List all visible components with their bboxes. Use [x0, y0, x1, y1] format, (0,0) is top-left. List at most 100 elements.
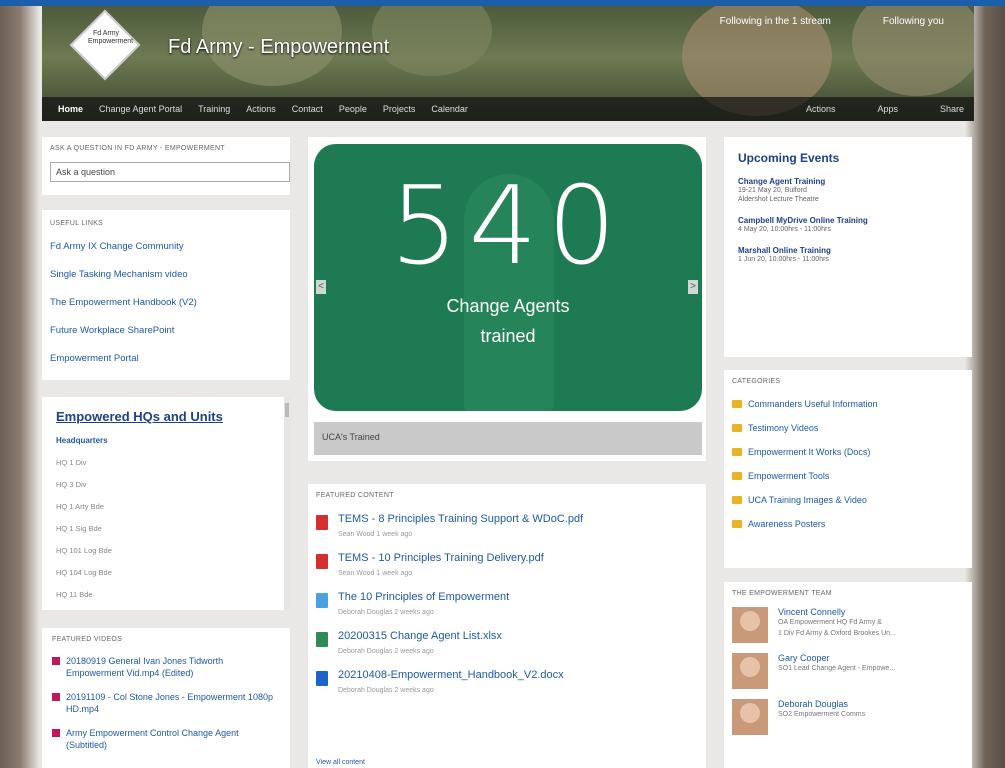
scrollbar-thumb[interactable]: [285, 403, 289, 417]
site-banner: Fd Army Empowerment Fd Army - Empowermen…: [42, 6, 974, 121]
content-meta: Deborah Douglas 2 weeks ago: [338, 609, 434, 616]
category-item[interactable]: Empowerment Tools: [732, 471, 964, 481]
hq-item[interactable]: HQ 1 Div: [56, 458, 270, 467]
follow-link[interactable]: Following in the 1 stream: [720, 16, 831, 27]
category-link[interactable]: Testimony Videos: [748, 423, 818, 433]
content-item[interactable]: The 10 Principles of Empowerment Deborah…: [316, 591, 698, 616]
carousel-prev-icon[interactable]: <: [316, 280, 326, 294]
content-item[interactable]: TEMS - 8 Principles Training Support & W…: [316, 513, 698, 538]
content-title[interactable]: 20200315 Change Agent List.xlsx: [338, 630, 502, 642]
nav-contact[interactable]: Contact: [292, 104, 323, 114]
team-member[interactable]: Deborah Douglas SO2 Empowerment Comms: [732, 699, 964, 735]
event-time: 19-21 May 20, Bulford: [738, 187, 807, 194]
carousel-slide[interactable]: 540 Change Agents trained: [314, 144, 702, 411]
useful-link[interactable]: The Empowerment Handbook (V2): [50, 297, 282, 308]
content-item[interactable]: TEMS - 10 Principles Training Delivery.p…: [316, 552, 698, 577]
empowered-hqs-panel: Empowered HQs and Units Headquarters HQ …: [42, 397, 290, 610]
nav-training[interactable]: Training: [198, 104, 230, 114]
video-link[interactable]: 20180919 General Ivan Jones Tidworth Emp…: [66, 655, 280, 679]
video-link[interactable]: 20191109 - Col Stone Jones - Empowerment…: [66, 691, 280, 715]
content-meta: Deborah Douglas 2 weeks ago: [338, 648, 434, 655]
nav-people[interactable]: People: [339, 104, 367, 114]
logo-text: Fd Army Empowerment: [88, 30, 134, 45]
member-name[interactable]: Gary Cooper: [778, 653, 895, 663]
category-item[interactable]: Commanders Useful Information: [732, 399, 964, 409]
category-link[interactable]: Awareness Posters: [748, 519, 825, 529]
ask-question-input[interactable]: Ask a question: [50, 162, 290, 182]
video-link[interactable]: Army Empowerment Control Change Agent (S…: [66, 727, 280, 751]
event-time: 1 Jun 20, 10:00hrs - 11:00hrs: [738, 256, 829, 263]
content-title[interactable]: 20210408-Empowerment_Handbook_V2.docx: [338, 669, 564, 681]
team-member[interactable]: Gary Cooper SO1 Lead Change Agent - Empo…: [732, 653, 964, 689]
apps-menu[interactable]: Apps: [877, 104, 898, 114]
content-title[interactable]: TEMS - 10 Principles Training Delivery.p…: [338, 552, 544, 564]
user-link[interactable]: Following you: [883, 16, 944, 27]
carousel: 540 Change Agents trained < > UCA's Trai…: [308, 137, 706, 461]
event-item[interactable]: Marshall Online Training 1 Jun 20, 10:00…: [738, 246, 958, 264]
events-title: Upcoming Events: [738, 151, 840, 165]
slide-title[interactable]: UCA's Trained: [314, 422, 702, 455]
category-item[interactable]: Awareness Posters: [732, 519, 964, 529]
content-title[interactable]: The 10 Principles of Empowerment: [338, 591, 509, 603]
avatar[interactable]: [732, 653, 768, 689]
content-item[interactable]: 20210408-Empowerment_Handbook_V2.docx De…: [316, 669, 698, 694]
event-name[interactable]: Campbell MyDrive Online Training: [738, 216, 958, 225]
categories-title: CATEGORIES: [732, 378, 781, 385]
share-button[interactable]: Share: [940, 104, 964, 114]
nav-calendar[interactable]: Calendar: [431, 104, 468, 114]
team-member[interactable]: Vincent Connelly OA Empowerment HQ Fd Ar…: [732, 607, 964, 643]
nav-change-agent-portal[interactable]: Change Agent Portal: [99, 104, 182, 114]
category-link[interactable]: Commanders Useful Information: [748, 399, 878, 409]
useful-links-panel: USEFUL LINKS Fd Army IX Change Community…: [42, 210, 290, 380]
useful-link[interactable]: Empowerment Portal: [50, 353, 282, 364]
nav-projects[interactable]: Projects: [383, 104, 416, 114]
top-nav: Home Change Agent Portal Training Action…: [42, 97, 974, 121]
avatar[interactable]: [732, 699, 768, 735]
category-link[interactable]: UCA Training Images & Video: [748, 495, 867, 505]
content-item[interactable]: 20200315 Change Agent List.xlsx Deborah …: [316, 630, 698, 655]
useful-link[interactable]: Future Workplace SharePoint: [50, 325, 282, 336]
hqs-title[interactable]: Empowered HQs and Units: [56, 409, 270, 424]
folder-icon: [732, 448, 742, 456]
videos-title: FEATURED VIDEOS: [52, 636, 123, 643]
video-file-icon: [52, 693, 60, 701]
content-title[interactable]: TEMS - 8 Principles Training Support & W…: [338, 513, 583, 525]
category-item[interactable]: Empowerment It Works (Docs): [732, 447, 964, 457]
video-item[interactable]: Army Empowerment Control Change Agent (S…: [52, 727, 280, 751]
hq-item[interactable]: HQ 11 Bde: [56, 590, 270, 599]
nav-home[interactable]: Home: [58, 104, 83, 114]
event-item[interactable]: Change Agent Training 19-21 May 20, Bulf…: [738, 177, 958, 204]
trained-count: 540: [389, 164, 627, 289]
hq-item[interactable]: HQ 104 Log Bde: [56, 568, 270, 577]
event-name[interactable]: Change Agent Training: [738, 177, 958, 186]
carousel-next-icon[interactable]: >: [688, 280, 698, 294]
site-title[interactable]: Fd Army - Empowerment: [168, 36, 389, 59]
view-all-link[interactable]: View all content: [316, 759, 365, 766]
category-link[interactable]: Empowerment Tools: [748, 471, 829, 481]
category-item[interactable]: UCA Training Images & Video: [732, 495, 964, 505]
upcoming-events-panel: Upcoming Events Change Agent Training 19…: [724, 137, 972, 357]
event-name[interactable]: Marshall Online Training: [738, 246, 958, 255]
ask-question-panel: ASK A QUESTION IN FD ARMY - EMPOWERMENT …: [42, 137, 290, 195]
useful-link[interactable]: Fd Army IX Change Community: [50, 241, 282, 252]
actions-menu[interactable]: Actions: [806, 104, 836, 114]
video-item[interactable]: 20180919 General Ivan Jones Tidworth Emp…: [52, 655, 280, 679]
hq-item[interactable]: HQ 1 Arty Bde: [56, 502, 270, 511]
hq-item[interactable]: HQ 3 Div: [56, 480, 270, 489]
category-link[interactable]: Empowerment It Works (Docs): [748, 447, 870, 457]
avatar[interactable]: [732, 607, 768, 643]
video-item[interactable]: 20191109 - Col Stone Jones - Empowerment…: [52, 691, 280, 715]
category-item[interactable]: Testimony Videos: [732, 423, 964, 433]
hq-item[interactable]: HQ 1 Sig Bde: [56, 524, 270, 533]
member-name[interactable]: Vincent Connelly: [778, 607, 896, 617]
nav-actions[interactable]: Actions: [246, 104, 276, 114]
video-file-icon: [52, 729, 60, 737]
useful-link[interactable]: Single Tasking Mechanism video: [50, 269, 282, 280]
hq-item[interactable]: HQ 101 Log Bde: [56, 546, 270, 555]
member-name[interactable]: Deborah Douglas: [778, 699, 865, 709]
event-item[interactable]: Campbell MyDrive Online Training 4 May 2…: [738, 216, 958, 234]
word-doc-icon: [316, 671, 328, 686]
useful-links-title: USEFUL LINKS: [50, 220, 104, 227]
folder-icon: [732, 472, 742, 480]
content-meta: Deborah Douglas 2 weeks ago: [338, 687, 434, 694]
